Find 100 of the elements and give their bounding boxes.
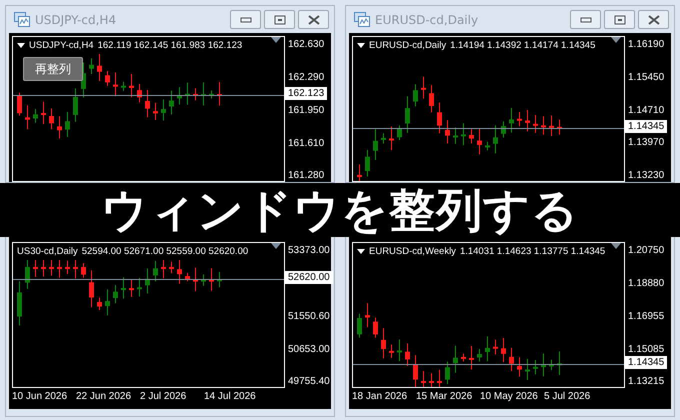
candlestick <box>445 361 450 385</box>
candlestick <box>533 114 538 134</box>
candlestick <box>177 260 182 284</box>
candlestick <box>485 336 490 362</box>
candlestick <box>493 124 498 154</box>
date-label: 14 Jul 2026 <box>204 391 257 402</box>
ohlc-values: 1.14031 1.14623 1.13775 1.14345 <box>460 246 606 258</box>
candlestick <box>541 116 546 136</box>
price-label: 1.16190 <box>628 39 664 51</box>
candlestick <box>525 109 530 132</box>
price-label: 53373.00 <box>288 245 330 258</box>
date-label: 2 Jul 2026 <box>140 391 188 402</box>
candlestick <box>33 108 38 124</box>
chart-window-icon <box>354 12 370 27</box>
rearrange-button[interactable]: 再整列 <box>23 57 83 81</box>
candlestick <box>517 111 522 127</box>
dropdown-arrow-icon[interactable] <box>357 249 365 254</box>
candlestick <box>49 260 54 276</box>
minimize-icon <box>240 16 252 22</box>
candlestick <box>161 260 166 279</box>
dropdown-arrow-icon[interactable] <box>357 43 365 48</box>
candlestick <box>389 126 394 151</box>
candlestick <box>485 141 490 151</box>
candlestick <box>365 303 370 328</box>
candlestick <box>121 81 126 92</box>
chart-shift-marker-icon <box>611 243 621 250</box>
candlestick <box>365 149 370 178</box>
date-label: 10 Jun 2026 <box>12 391 68 402</box>
current-price-label: 52620.00 <box>285 271 333 284</box>
close-icon <box>308 14 320 24</box>
candlestick <box>169 90 174 115</box>
current-price-label: 1.14345 <box>625 120 668 133</box>
candlestick <box>421 370 426 388</box>
price-label: 49755.40 <box>288 376 330 388</box>
candlestick <box>113 72 118 97</box>
candlestick <box>49 108 54 130</box>
candlestick <box>477 348 482 362</box>
chart-symbol: EURUSD-cd,Weekly <box>369 246 456 258</box>
candlestick <box>129 73 134 98</box>
price-label: 161.610 <box>288 138 324 150</box>
candlestick <box>137 83 142 103</box>
candlestick <box>209 268 214 292</box>
candlestick <box>73 260 78 280</box>
minimize-button[interactable] <box>570 10 601 29</box>
candlestick <box>525 358 530 381</box>
candlestick <box>25 260 30 290</box>
date-label: 5 Jul 2026 <box>544 391 592 402</box>
date-label: 18 Jan 2026 <box>352 391 408 402</box>
candlestick <box>405 96 410 134</box>
close-button[interactable] <box>298 10 329 29</box>
candlestick <box>129 279 134 298</box>
chart-shift-marker-icon <box>271 243 281 250</box>
date-label: 22 Jun 2026 <box>76 391 132 402</box>
candlestick <box>549 114 554 137</box>
candlestick <box>541 353 546 378</box>
candlestick <box>501 338 506 363</box>
candlestick <box>41 101 46 125</box>
candlestick <box>105 70 110 86</box>
candlestick <box>17 92 22 116</box>
candlestick <box>65 111 70 138</box>
candlestick <box>17 280 22 326</box>
candlestick <box>509 107 514 134</box>
candlestick <box>373 317 378 338</box>
candlestick <box>57 116 62 139</box>
candlestick <box>89 58 94 74</box>
candlestick <box>501 120 506 138</box>
candlestick <box>477 128 482 155</box>
candlestick <box>145 268 150 294</box>
maximize-button[interactable] <box>604 10 635 29</box>
candlestick <box>357 164 362 181</box>
candlestick <box>357 313 362 338</box>
candlestick <box>193 267 198 292</box>
ohlc-values: 52594.00 52671.00 52559.00 52620.00 <box>82 246 248 258</box>
chart-symbol: EURUSD-cd,Daily <box>369 40 446 51</box>
candlestick <box>137 278 142 298</box>
minimize-button[interactable] <box>230 10 261 29</box>
candlestick <box>33 260 38 278</box>
candlestick <box>437 369 442 388</box>
candlestick <box>389 344 394 359</box>
dropdown-arrow-icon[interactable] <box>17 43 25 48</box>
price-label: 1.20750 <box>628 245 664 258</box>
candlestick <box>469 346 474 370</box>
price-label: 51550.60 <box>288 311 330 324</box>
candlestick <box>453 126 458 144</box>
close-button[interactable] <box>638 10 669 29</box>
price-label: 162.290 <box>288 72 324 84</box>
candlestick <box>25 104 30 130</box>
maximize-button[interactable] <box>264 10 295 29</box>
price-label: 161.950 <box>288 104 324 117</box>
window-title: EURUSD-cd,Daily <box>375 12 478 26</box>
price-label: 1.14710 <box>628 104 664 116</box>
candlestick <box>73 88 78 122</box>
candlestick <box>57 260 62 278</box>
price-label: 1.15450 <box>628 72 664 84</box>
candlestick <box>153 102 158 121</box>
price-label: 50653.00 <box>288 344 330 356</box>
chart-shift-marker-icon <box>271 37 281 43</box>
ohlc-values: 162.119 162.145 161.983 162.123 <box>98 40 242 51</box>
candlestick <box>445 120 450 144</box>
candlestick <box>381 328 386 360</box>
